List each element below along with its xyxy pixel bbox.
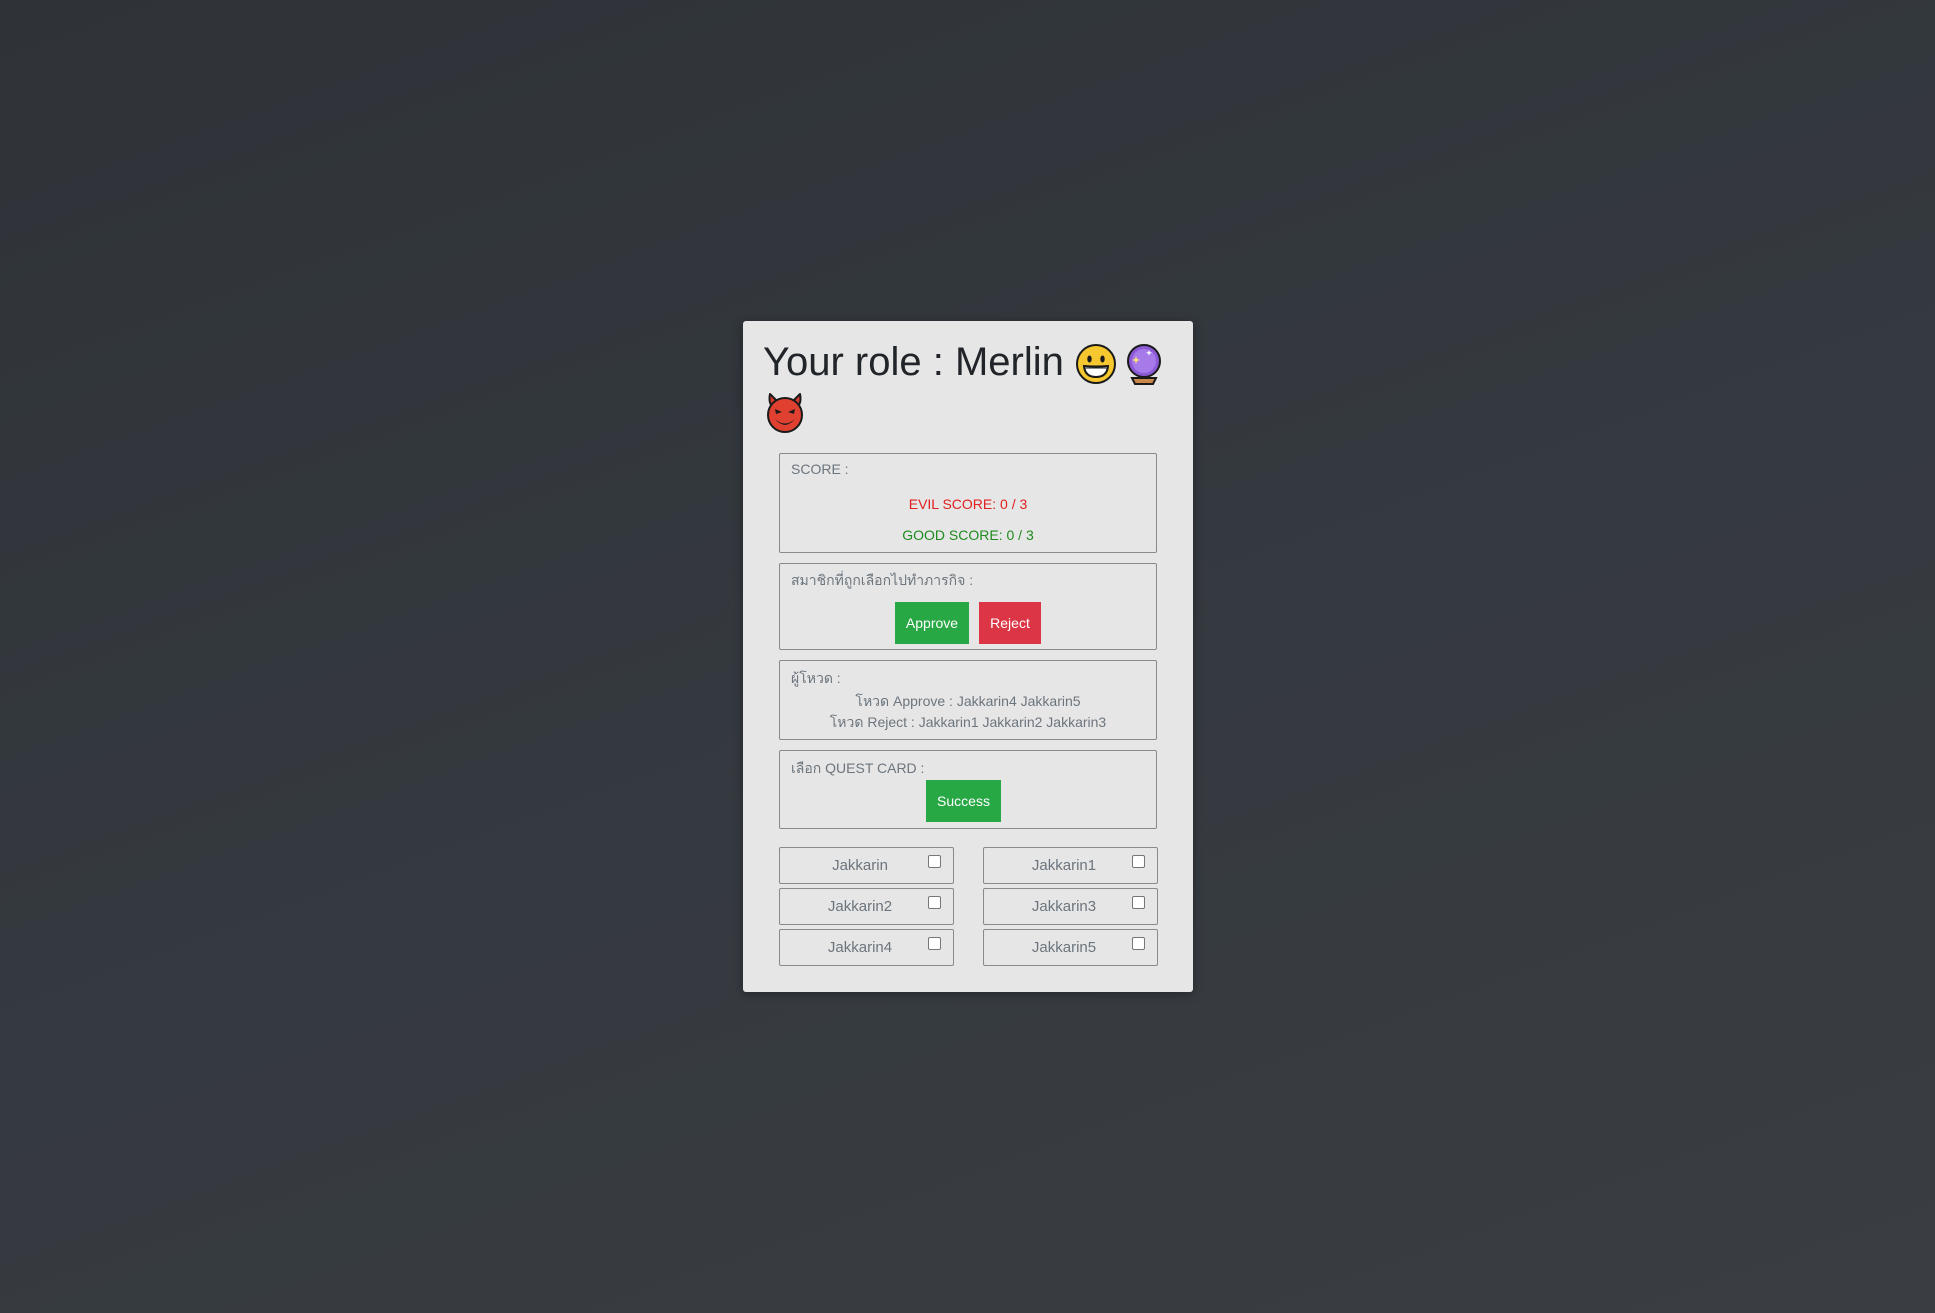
player-name: Jakkarin3 [1031,898,1097,915]
team-label: สมาชิกที่ถูกเลือกไปทำภารกิจ : [791,572,974,588]
voter-label: ผู้โหวด : [791,670,841,686]
quest-label: เลือก QUEST CARD : [791,760,925,776]
approve-voters: โหวด Approve : Jakkarin4 Jakkarin5 [855,693,1081,709]
role-title-text: Your role : Merlin [763,340,1064,384]
smiling-devil-icon [763,390,807,434]
evil-score: EVIL SCORE: 0 / 3 [908,496,1028,512]
player-item[interactable]: Jakkarin5 [983,929,1158,966]
reject-button[interactable]: Reject [979,602,1041,644]
player-checkbox[interactable] [928,896,941,909]
score-label: SCORE : [791,461,849,477]
player-item[interactable]: Jakkarin1 [983,847,1158,884]
player-name: Jakkarin5 [1031,939,1097,956]
player-name: Jakkarin2 [827,898,893,915]
role-title: Your role : Merlin [763,339,1183,434]
voter-panel: ผู้โหวด : โหวด Approve : Jakkarin4 Jakka… [779,660,1157,740]
success-button[interactable]: Success [926,780,1001,822]
player-checkbox[interactable] [1132,896,1145,909]
player-name: Jakkarin4 [827,939,893,956]
approve-button[interactable]: Approve [895,602,969,644]
score-panel: SCORE : EVIL SCORE: 0 / 3 GOOD SCORE: 0 … [779,453,1157,553]
player-item[interactable]: Jakkarin4 [779,929,954,966]
player-checkbox[interactable] [1132,937,1145,950]
player-item[interactable]: Jakkarin3 [983,888,1158,925]
role-card: Your role : Merlin SCORE : EVIL SCORE: 0… [743,321,1193,992]
grinning-face-icon [1074,342,1118,386]
reject-voters: โหวด Reject : Jakkarin1 Jakkarin2 Jakkar… [829,714,1107,730]
player-item[interactable]: Jakkarin2 [779,888,954,925]
quest-card-panel: เลือก QUEST CARD : Success [779,750,1157,829]
player-checkbox[interactable] [1132,855,1145,868]
team-vote-panel: สมาชิกที่ถูกเลือกไปทำภารกิจ : Approve Re… [779,563,1157,650]
player-checkbox[interactable] [928,855,941,868]
crystal-ball-icon [1122,342,1166,386]
player-name: Jakkarin [832,857,888,874]
player-name: Jakkarin1 [1031,857,1097,874]
player-checkbox[interactable] [928,937,941,950]
player-item[interactable]: Jakkarin [779,847,954,884]
good-score: GOOD SCORE: 0 / 3 [902,527,1034,543]
